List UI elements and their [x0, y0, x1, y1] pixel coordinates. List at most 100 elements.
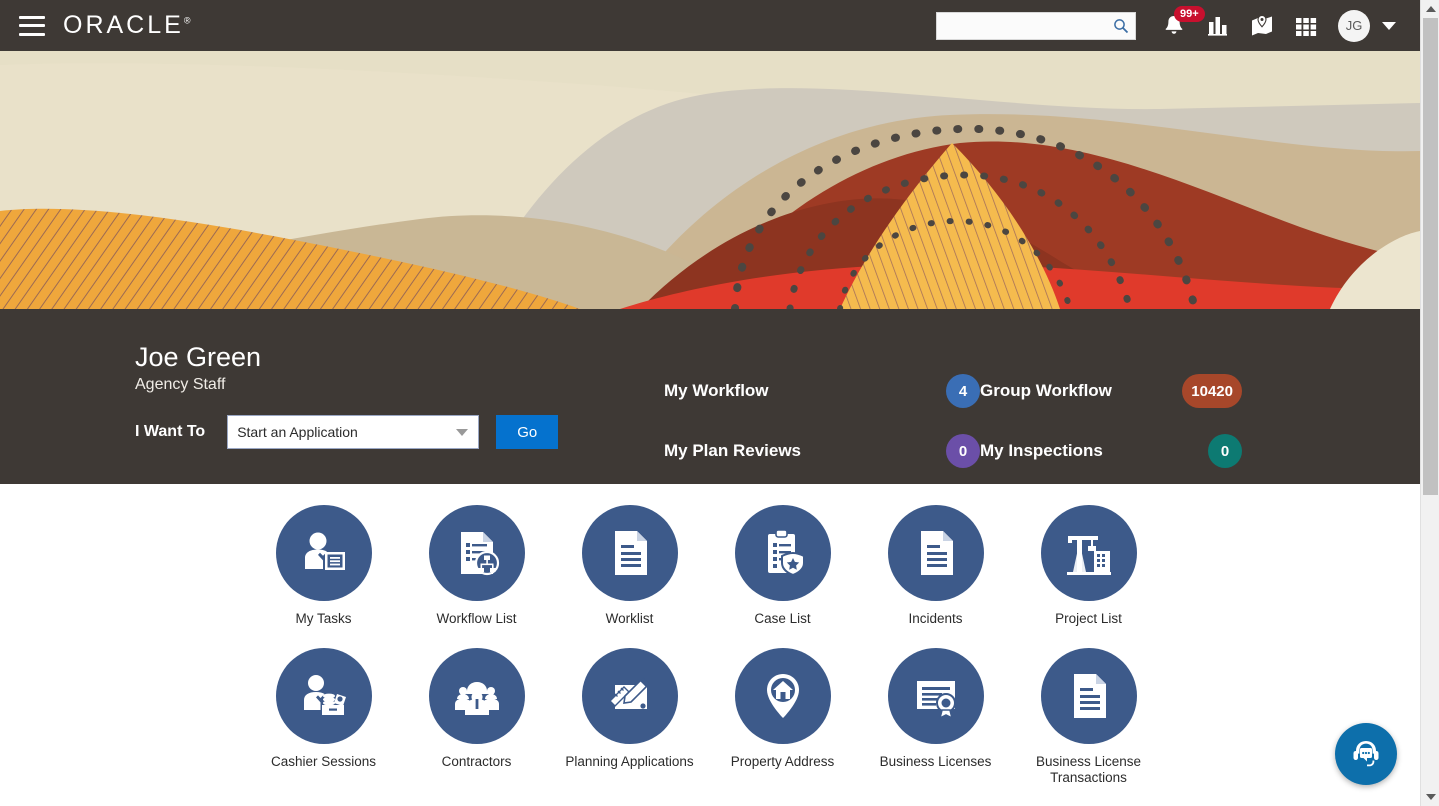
counter-my-inspections[interactable]: My Inspections 0 — [980, 434, 1242, 468]
application-page: ORACLE® 99+ JG Joe Green Agency Staff I … — [0, 0, 1439, 806]
document-page-icon — [920, 531, 953, 575]
scroll-up-arrow-icon[interactable] — [1421, 0, 1439, 18]
tile-icon-circle — [1040, 505, 1137, 601]
map-pin-house-icon — [766, 674, 799, 718]
avatar-initials: JG — [1345, 18, 1363, 33]
counter-badge: 10420 — [1182, 374, 1242, 408]
tile-icon-circle — [887, 648, 984, 744]
chevron-down-icon[interactable] — [1382, 21, 1396, 30]
crane-buildings-icon — [1066, 536, 1111, 575]
oracle-logo[interactable]: ORACLE® — [63, 11, 190, 40]
tile-worklist[interactable]: Worklist — [553, 505, 706, 627]
search-input[interactable] — [937, 12, 1135, 39]
document-workflow-icon — [460, 532, 499, 576]
registered-mark: ® — [183, 15, 191, 26]
banner-image — [0, 51, 1420, 309]
tile-business-license-transactions[interactable]: Business License Transactions — [1012, 648, 1165, 786]
tile-case-list[interactable]: Case List — [706, 505, 859, 627]
document-page-icon — [1073, 674, 1106, 718]
tile-icon-circle — [581, 648, 678, 744]
scrollbar-thumb[interactable] — [1423, 18, 1438, 495]
user-info-strip: Joe Green Agency Staff I Want To Start a… — [0, 309, 1420, 484]
counter-group-workflow[interactable]: Group Workflow 10420 — [980, 374, 1242, 408]
counter-row-1: My Workflow 4 Group Workflow 10420 — [664, 374, 1264, 408]
go-button[interactable]: Go — [496, 415, 559, 449]
counter-label: My Inspections — [980, 441, 1103, 460]
tile-cashier-sessions[interactable]: Cashier Sessions — [247, 648, 400, 786]
map-button[interactable] — [1240, 6, 1284, 46]
tile-icon-circle — [428, 505, 525, 601]
scroll-down-arrow-icon[interactable] — [1421, 788, 1439, 806]
chevron-down-icon[interactable] — [456, 428, 469, 436]
tile-icon-circle — [1040, 648, 1137, 744]
tile-label: My Tasks — [295, 611, 352, 626]
counter-label: My Workflow — [664, 381, 769, 400]
clipboard-badge-icon — [767, 529, 805, 577]
oracle-wordmark: ORACLE — [63, 11, 184, 39]
certificate-seal-icon — [916, 681, 956, 720]
tiles-area: My Tasks Workflow List Worklist Case Lis… — [0, 484, 1420, 806]
tile-icon-circle — [734, 648, 831, 744]
tile-my-tasks[interactable]: My Tasks — [247, 505, 400, 627]
global-search[interactable] — [936, 11, 1136, 40]
tile-label: Business License Transactions — [1035, 754, 1142, 785]
desert-landscape-artwork — [0, 51, 1420, 309]
header-actions: 99+ JG — [936, 5, 1420, 46]
user-block: Joe Green Agency Staff — [135, 341, 261, 394]
tile-icon-circle — [734, 505, 831, 601]
person-with-list-icon — [304, 532, 345, 570]
tile-label: Workflow List — [436, 611, 517, 626]
notifications-button[interactable]: 99+ — [1152, 5, 1205, 46]
page-scrollbar[interactable] — [1420, 0, 1439, 806]
counter-badge: 4 — [946, 374, 980, 408]
tile-project-list[interactable]: Project List — [1012, 505, 1165, 627]
tile-label: Cashier Sessions — [270, 754, 377, 769]
search-icon[interactable] — [1113, 18, 1129, 39]
action-select[interactable]: Start an Application — [227, 415, 480, 449]
tile-label: Planning Applications — [565, 754, 694, 769]
tile-incidents[interactable]: Incidents — [859, 505, 1012, 627]
counter-my-plan-reviews[interactable]: My Plan Reviews 0 — [664, 434, 980, 468]
tile-planning-applications[interactable]: Planning Applications — [553, 648, 706, 786]
tile-label: Property Address — [730, 754, 835, 769]
cashier-money-icon — [303, 675, 346, 715]
apps-button[interactable] — [1284, 6, 1328, 46]
grid-apps-icon — [1296, 17, 1317, 36]
counter-my-workflow[interactable]: My Workflow 4 — [664, 374, 980, 408]
global-header: ORACLE® 99+ JG — [0, 0, 1420, 51]
tile-icon-circle — [275, 505, 372, 601]
user-role: Agency Staff — [135, 376, 226, 393]
tile-icon-circle — [275, 648, 372, 744]
bar-chart-icon — [1208, 16, 1227, 36]
workflow-counters: My Workflow 4 Group Workflow 10420 My Pl… — [664, 374, 1264, 494]
ruler-pencil-icon — [608, 676, 650, 709]
tile-contractors[interactable]: Contractors — [400, 648, 553, 786]
counter-badge: 0 — [946, 434, 980, 468]
map-icon — [1252, 14, 1272, 35]
hamburger-menu-icon[interactable] — [19, 15, 45, 36]
i-want-to-row: I Want To Start an Application Go — [135, 415, 559, 449]
hardhat-workers-icon — [454, 682, 499, 715]
avatar[interactable]: JG — [1338, 9, 1370, 42]
counter-row-2: My Plan Reviews 0 My Inspections 0 — [664, 434, 1264, 468]
notification-count-badge: 99+ — [1174, 5, 1205, 22]
tile-label: Contractors — [441, 754, 512, 769]
tile-label: Business Licenses — [879, 754, 992, 769]
tile-label: Incidents — [908, 611, 963, 626]
support-chat-button[interactable] — [1335, 723, 1397, 785]
tile-label: Project List — [1055, 611, 1122, 626]
tile-icon-circle — [887, 505, 984, 601]
tile-row-1: My Tasks Workflow List Worklist Case Lis… — [0, 484, 1420, 627]
tile-icon-circle — [428, 648, 525, 744]
headset-chat-icon — [1353, 741, 1379, 767]
action-select-value: Start an Application — [237, 424, 358, 440]
tile-business-licenses[interactable]: Business Licenses — [859, 648, 1012, 786]
document-lines-icon — [614, 531, 647, 575]
user-name: Joe Green — [135, 342, 262, 372]
tile-icon-circle — [581, 505, 678, 601]
tile-label: Worklist — [605, 611, 654, 626]
tile-property-address[interactable]: Property Address — [706, 648, 859, 786]
counter-label: Group Workflow — [980, 381, 1112, 400]
tile-workflow-list[interactable]: Workflow List — [400, 505, 553, 627]
tile-row-2: Cashier Sessions Contractors Planning Ap… — [0, 627, 1420, 786]
